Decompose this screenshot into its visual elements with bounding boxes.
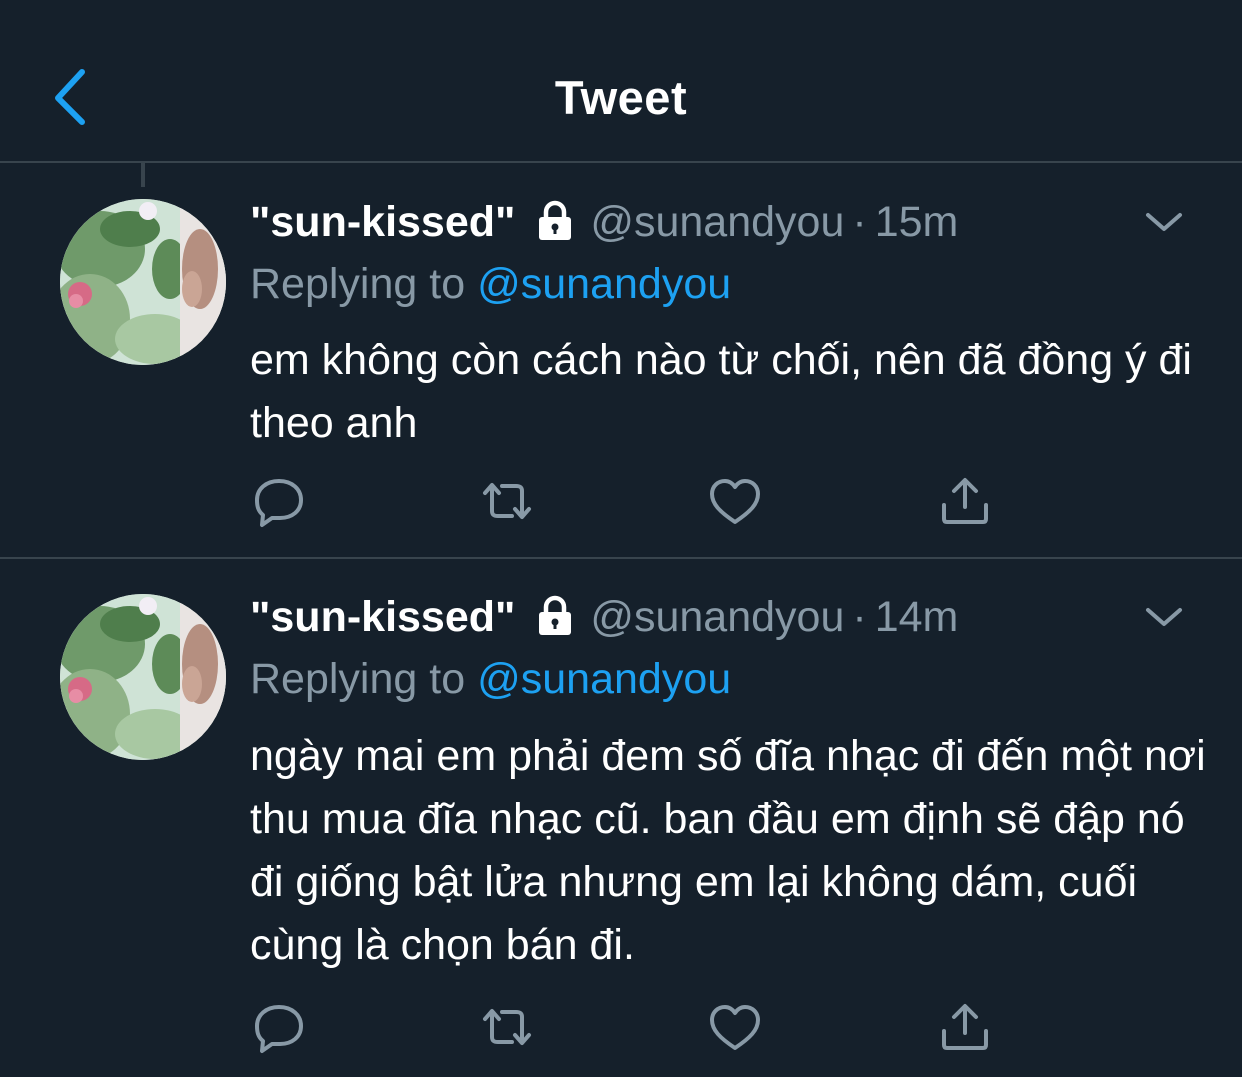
user-handle[interactable]: @sunandyou: [590, 192, 844, 252]
retweet-icon: [483, 1009, 531, 1045]
reply-button[interactable]: [250, 473, 308, 529]
share-button[interactable]: [936, 999, 994, 1055]
tweet-menu-button[interactable]: [1142, 602, 1186, 632]
replying-to-handle-link[interactable]: @sunandyou: [477, 655, 731, 703]
reply-icon: [255, 479, 303, 527]
lock-icon: [538, 200, 571, 240]
separator-dot: ·: [852, 198, 867, 246]
replying-to-label: Replying to: [250, 655, 466, 703]
tweet-text: ngày mai em phải đem số đĩa nhạc đi đến …: [250, 732, 1206, 969]
replying-to: Replying to @sunandyou: [250, 254, 731, 314]
top-navigation-bar: Tweet: [0, 0, 1242, 162]
lock-icon: [538, 595, 571, 635]
tweet-header: "sun-kissed" @sunandyou · 15m: [250, 192, 958, 252]
like-button[interactable]: [706, 999, 764, 1055]
like-icon: [710, 479, 760, 524]
tweet-menu-button[interactable]: [1142, 207, 1186, 237]
share-icon: [942, 1004, 988, 1050]
tweet[interactable]: "sun-kissed" @sunandyou · 15m Replying to …: [0, 163, 1242, 559]
reply-button[interactable]: [250, 999, 308, 1055]
like-button[interactable]: [706, 473, 764, 529]
timestamp[interactable]: 15m: [875, 192, 959, 252]
retweet-button[interactable]: [478, 473, 536, 529]
separator-dot: ·: [852, 593, 867, 641]
replying-to-handle-link[interactable]: @sunandyou: [477, 260, 731, 308]
tweet-text: em không còn cách nào từ chối, nên đã đồ…: [250, 336, 1192, 447]
avatar[interactable]: [60, 199, 226, 365]
replying-to-label: Replying to: [250, 260, 466, 308]
user-handle[interactable]: @sunandyou: [590, 587, 844, 647]
avatar[interactable]: [60, 594, 226, 760]
tweet-actions: [250, 473, 1010, 529]
tweet[interactable]: "sun-kissed" @sunandyou · 14m Replying to …: [0, 559, 1242, 1077]
tweet-header: "sun-kissed" @sunandyou · 14m: [250, 587, 958, 647]
chevron-down-icon: [1146, 608, 1182, 626]
replying-to: Replying to @sunandyou: [250, 649, 731, 709]
timestamp[interactable]: 14m: [875, 587, 959, 647]
retweet-button[interactable]: [478, 999, 536, 1055]
retweet-icon: [483, 483, 531, 519]
tweet-actions: [250, 999, 1010, 1055]
share-button[interactable]: [936, 473, 994, 529]
chevron-down-icon: [1146, 213, 1182, 231]
tweet-detail-screen: Tweet "sun-kissed" @sunandyou · 15m Repl…: [0, 0, 1242, 1077]
page-title: Tweet: [554, 71, 688, 124]
like-icon: [710, 1005, 760, 1050]
display-name[interactable]: "sun-kissed": [250, 192, 515, 252]
share-icon: [942, 478, 988, 524]
reply-icon: [255, 1005, 303, 1053]
display-name[interactable]: "sun-kissed": [250, 587, 515, 647]
